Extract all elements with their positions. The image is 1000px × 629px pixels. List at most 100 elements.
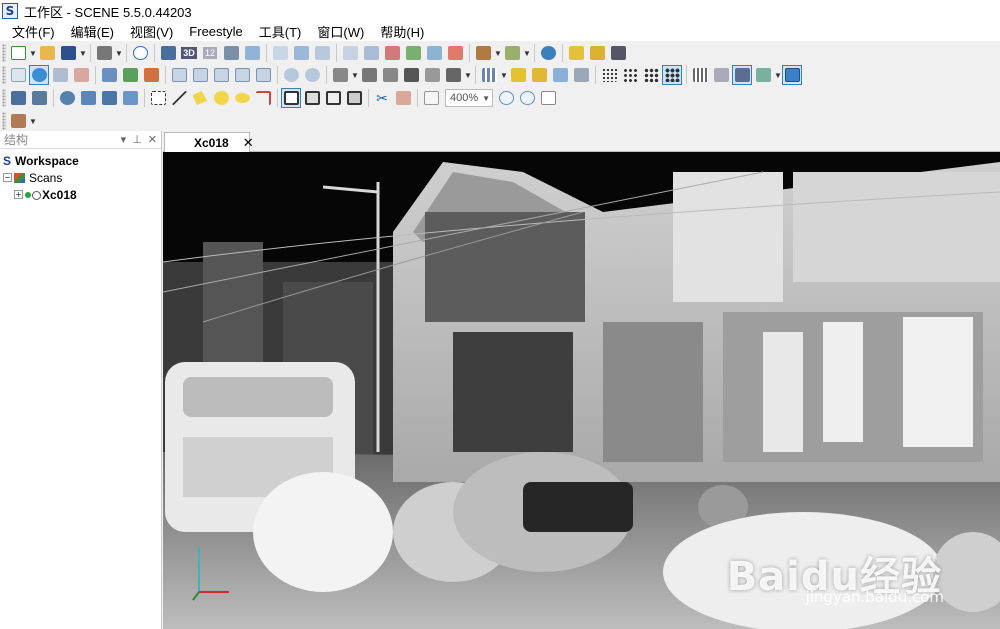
highlight-button[interactable] [529,65,549,85]
collapse-toggle-icon[interactable]: − [3,173,12,182]
compass-button[interactable] [302,65,322,85]
compare-button[interactable] [424,43,444,63]
tree-item-scans[interactable]: − Scans [0,169,161,186]
points-large-button[interactable] [641,65,661,85]
edit-points-button[interactable] [380,65,400,85]
pane-menu-icon[interactable]: ▾ [121,133,127,146]
density-1-button[interactable] [690,65,710,85]
layer-button[interactable] [8,111,28,131]
ellipse-select-button[interactable] [232,88,252,108]
camera-button[interactable] [330,65,350,85]
color-button[interactable] [403,43,423,63]
zoom-out-button[interactable] [517,88,537,108]
zoom-in-view-button[interactable] [281,65,301,85]
box-clip-dropdown-arrow[interactable]: ▼ [774,65,782,85]
reset-view-button[interactable] [29,88,49,108]
close-icon[interactable]: ✕ [243,135,254,151]
new-project-button[interactable] [8,43,28,63]
point-cloud-viewport[interactable]: Baidu经验 jingyan.baidu.com [163,152,1000,629]
navigate-button[interactable] [538,43,558,63]
copy-button[interactable] [270,43,290,63]
menu-help[interactable]: 帮助(H) [372,22,432,41]
globe-view-button[interactable] [29,65,49,85]
open-button[interactable] [37,43,57,63]
box-view-2-button[interactable] [190,65,210,85]
points-small-button[interactable] [599,65,619,85]
page-button[interactable] [538,88,558,108]
points-xlarge-button[interactable] [662,65,682,85]
grid-dropdown-arrow[interactable]: ▼ [500,65,508,85]
zoom-level-select[interactable]: 400% ▼ [445,89,493,107]
box-view-1-button[interactable] [169,65,189,85]
home-button[interactable] [221,43,241,63]
menu-view[interactable]: 视图(V) [122,22,181,41]
toolbar-grip[interactable] [2,44,6,62]
points-medium-button[interactable] [620,65,640,85]
camera-dropdown-arrow[interactable]: ▼ [351,65,359,85]
render-dropdown-arrow[interactable]: ▼ [494,43,502,63]
grid-button[interactable] [479,65,499,85]
register-button[interactable] [340,43,360,63]
select-mode-button[interactable] [8,65,28,85]
expand-toggle-icon[interactable]: + [14,190,23,199]
layer-dropdown-arrow[interactable]: ▼ [29,111,37,131]
selection-mode-1-button[interactable] [281,88,301,108]
rotate-button[interactable] [57,88,77,108]
box-view-active-button[interactable] [782,65,802,85]
selection-mode-2-button[interactable] [302,88,322,108]
clear-selection-button[interactable] [393,88,413,108]
render-button[interactable] [473,43,493,63]
filter-button[interactable] [382,43,402,63]
tab-xc018[interactable]: Xc018 ✕ [164,132,254,153]
export-button[interactable] [312,43,332,63]
tool-b-button[interactable] [120,65,140,85]
density-3-button[interactable] [732,65,752,85]
scan-tool-button[interactable] [158,43,178,63]
snapshot-button[interactable] [502,43,522,63]
video-button[interactable] [401,65,421,85]
toolbar-grip[interactable] [2,66,6,84]
snapshot-dropdown-arrow[interactable]: ▼ [523,43,531,63]
toolbar-grip[interactable] [2,89,6,107]
view-12-button[interactable]: 12 [200,43,220,63]
density-2-button[interactable] [711,65,731,85]
corner-select-button[interactable] [253,88,273,108]
walk-button[interactable] [99,88,119,108]
menu-edit[interactable]: 编辑(E) [63,22,122,41]
print-button[interactable] [94,43,114,63]
measure-button[interactable] [608,43,628,63]
menu-file[interactable]: 文件(F) [4,22,63,41]
box-view-4-button[interactable] [232,65,252,85]
device-button[interactable] [443,65,463,85]
circle-select-button[interactable] [211,88,231,108]
help-button[interactable] [130,43,150,63]
box-view-3-button[interactable] [211,65,231,85]
rect-select-button[interactable] [148,88,168,108]
fit-page-button[interactable] [421,88,441,108]
selection-mode-4-button[interactable] [344,88,364,108]
image-view-button[interactable] [242,43,262,63]
flag-button[interactable] [587,43,607,63]
device-dropdown-arrow[interactable]: ▼ [464,65,472,85]
polygon-select-button[interactable] [190,88,210,108]
eraser-button[interactable] [71,65,91,85]
line-select-button[interactable] [169,88,189,108]
link-button[interactable] [50,65,70,85]
annotate-button[interactable] [508,65,528,85]
zoom-in-button[interactable] [496,88,516,108]
tree-item-workspace[interactable]: S Workspace [0,152,161,169]
menu-window[interactable]: 窗口(W) [309,22,372,41]
tool-c-button[interactable] [141,65,161,85]
import-button[interactable] [291,43,311,63]
save-dropdown-arrow[interactable]: ▼ [79,43,87,63]
menu-tools[interactable]: 工具(T) [251,22,310,41]
fly-button[interactable] [120,88,140,108]
view-3d-button[interactable]: 3D [179,43,199,63]
scanner-view-button[interactable] [359,65,379,85]
box-view-5-button[interactable] [253,65,273,85]
save-button[interactable] [58,43,78,63]
settings-button[interactable] [571,65,591,85]
fit-view-button[interactable] [8,88,28,108]
cloud-button[interactable] [445,43,465,63]
print-dropdown-arrow[interactable]: ▼ [115,43,123,63]
